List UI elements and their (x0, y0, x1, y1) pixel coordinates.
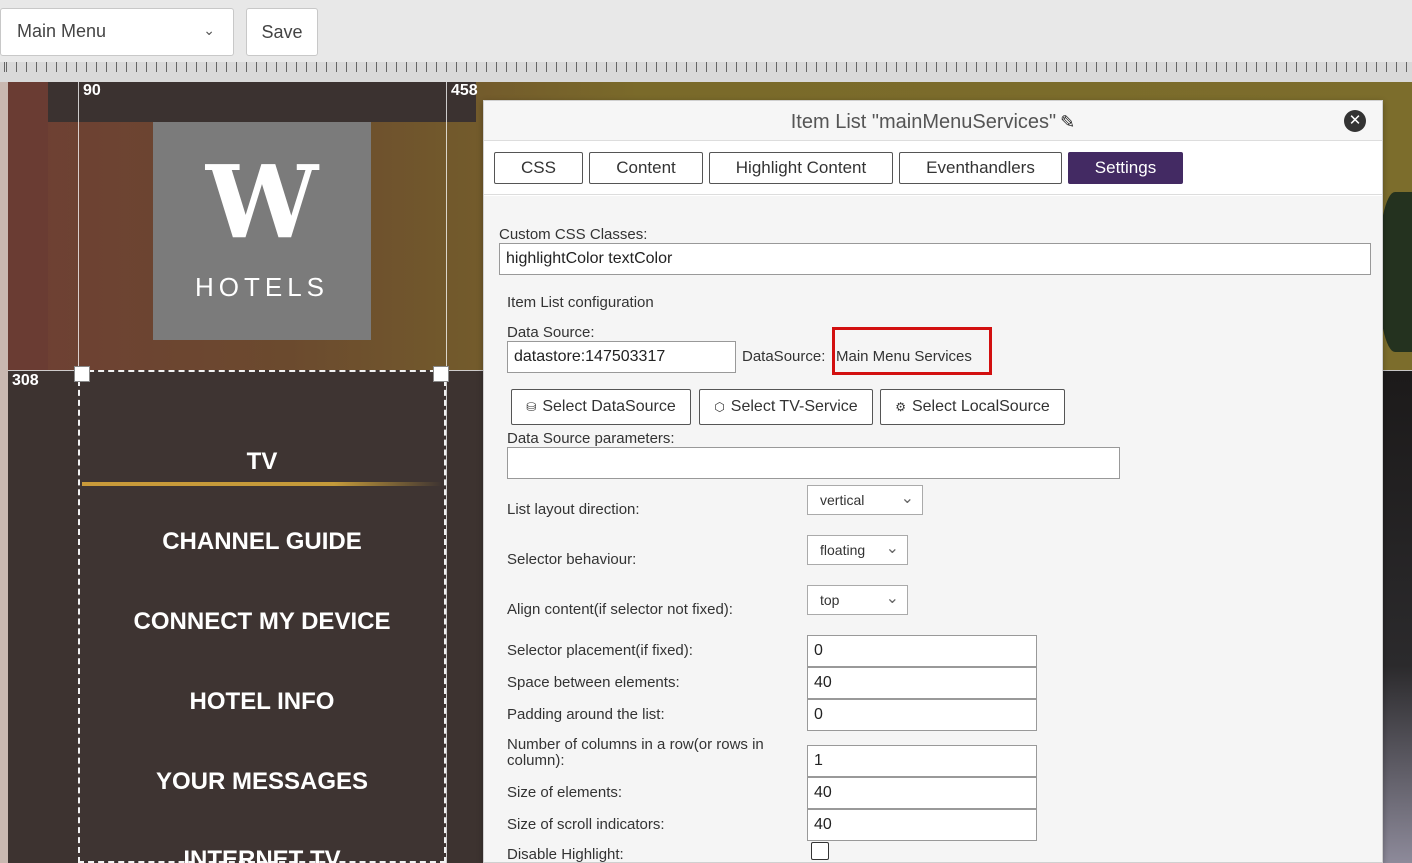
logo-word: HOTELS (194, 272, 330, 302)
background-photo (1378, 370, 1412, 863)
menu-item-connect-device[interactable]: CONNECT MY DEVICE (80, 608, 444, 636)
selector-behaviour-select[interactable]: floating ⌄ (807, 535, 908, 565)
settings-panel: Custom CSS Classes: highlightColor textC… (484, 196, 1382, 863)
database-icon: ⛁ (526, 400, 537, 414)
coord-right-label: 458 (451, 82, 478, 99)
align-content-label: Align content(if selector not fixed): (507, 601, 733, 618)
menu-item-hotel-info[interactable]: HOTEL INFO (80, 688, 444, 716)
item-list-config-heading: Item List configuration (507, 294, 654, 311)
padding-label: Padding around the list: (507, 706, 665, 723)
coord-top-label: 308 (12, 372, 39, 389)
columns-input[interactable]: 1 (807, 745, 1037, 777)
cube-icon: ⬡ (714, 400, 725, 414)
layout-direction-select[interactable]: vertical ⌄ (807, 485, 923, 515)
ds-params-label: Data Source parameters: (507, 430, 675, 447)
chevron-down-icon: ⌄ (885, 540, 899, 557)
main-menu-item-list[interactable]: TV CHANNEL GUIDE CONNECT MY DEVICE HOTEL… (78, 370, 446, 863)
dialog-tabs: CSS Content Highlight Content Eventhandl… (484, 141, 1382, 195)
horizontal-ruler (0, 62, 1412, 82)
datasource-caption: DataSource: (742, 348, 826, 365)
selector-underline (82, 482, 442, 486)
select-datasource-label: Select DataSource (542, 398, 676, 415)
space-between-input[interactable]: 40 (807, 667, 1037, 699)
resize-handle-top-left[interactable] (74, 366, 90, 382)
padding-input[interactable]: 0 (807, 699, 1037, 731)
menu-item-internet-tv[interactable]: INTERNET TV (80, 846, 444, 863)
size-scroll-label: Size of scroll indicators: (507, 816, 665, 833)
menu-item-your-messages[interactable]: YOUR MESSAGES (80, 768, 444, 796)
custom-css-label: Custom CSS Classes: (499, 226, 648, 243)
selector-placement-input[interactable]: 0 (807, 635, 1037, 667)
layout-direction-label: List layout direction: (507, 501, 640, 518)
dialog-header: Item List "mainMenuServices" ✎ (484, 101, 1382, 141)
data-source-label: Data Source: (507, 324, 595, 341)
tab-content[interactable]: Content (589, 152, 703, 184)
chevron-down-icon: ⌄ (203, 22, 215, 38)
selector-behaviour-label: Selector behaviour: (507, 551, 637, 568)
layout-direction-value: vertical (820, 492, 865, 508)
save-button[interactable]: Save (246, 8, 318, 56)
align-content-value: top (820, 592, 840, 608)
highlight-annotation-box (832, 327, 992, 375)
coord-left-label: 90 (83, 82, 101, 99)
logo-letter: W (205, 143, 319, 261)
item-list-dialog: Item List "mainMenuServices" ✎ ✕ CSS Cont… (483, 100, 1383, 863)
tab-eventhandlers[interactable]: Eventhandlers (899, 152, 1062, 184)
selector-behaviour-value: floating (820, 542, 866, 558)
ds-params-input[interactable] (507, 447, 1120, 479)
chevron-down-icon: ⌄ (885, 590, 899, 607)
gear-icon: ⚙ (895, 400, 906, 414)
canvas-top-band (48, 82, 476, 122)
page-select[interactable]: Main Menu ⌄ (0, 8, 234, 56)
size-elements-input[interactable]: 40 (807, 777, 1037, 809)
guide-line-right (446, 82, 447, 863)
select-tv-service-button[interactable]: ⬡ Select TV-Service (699, 389, 873, 425)
select-localsource-label: Select LocalSource (911, 398, 1050, 415)
tab-css[interactable]: CSS (494, 152, 583, 184)
resize-handle-top-right[interactable] (433, 366, 449, 382)
page-select-value: Main Menu (17, 21, 107, 41)
tab-settings[interactable]: Settings (1068, 152, 1183, 184)
select-localsource-button[interactable]: ⚙ Select LocalSource (880, 389, 1065, 425)
menu-item-channel-guide[interactable]: CHANNEL GUIDE (80, 528, 444, 556)
dialog-title: Item List "mainMenuServices" (790, 111, 1057, 133)
plant-image (1378, 192, 1412, 352)
select-tv-service-label: Select TV-Service (730, 398, 858, 415)
size-elements-label: Size of elements: (507, 784, 623, 801)
data-source-input[interactable]: datastore:147503317 (507, 341, 736, 373)
chevron-down-icon: ⌄ (900, 490, 914, 507)
vertical-ruler (0, 82, 8, 863)
size-scroll-input[interactable]: 40 (807, 809, 1037, 841)
custom-css-input[interactable]: highlightColor textColor (499, 243, 1371, 275)
disable-highlight-checkbox[interactable] (811, 842, 829, 860)
tab-highlight-content[interactable]: Highlight Content (709, 152, 893, 184)
space-between-label: Space between elements: (507, 674, 680, 691)
close-icon[interactable]: ✕ (1344, 110, 1366, 132)
hotel-logo[interactable]: W HOTELS (153, 122, 371, 340)
disable-highlight-label: Disable Highlight: (507, 846, 624, 863)
menu-item-tv[interactable]: TV (80, 448, 444, 476)
select-datasource-button[interactable]: ⛁ Select DataSource (511, 389, 691, 425)
pencil-icon[interactable]: ✎ (1060, 101, 1075, 143)
top-toolbar: Main Menu ⌄ Save (0, 0, 1412, 62)
selector-placement-label: Selector placement(if fixed): (507, 642, 693, 659)
columns-label: Number of columns in a row(or rows in co… (507, 736, 764, 769)
align-content-select[interactable]: top ⌄ (807, 585, 908, 615)
